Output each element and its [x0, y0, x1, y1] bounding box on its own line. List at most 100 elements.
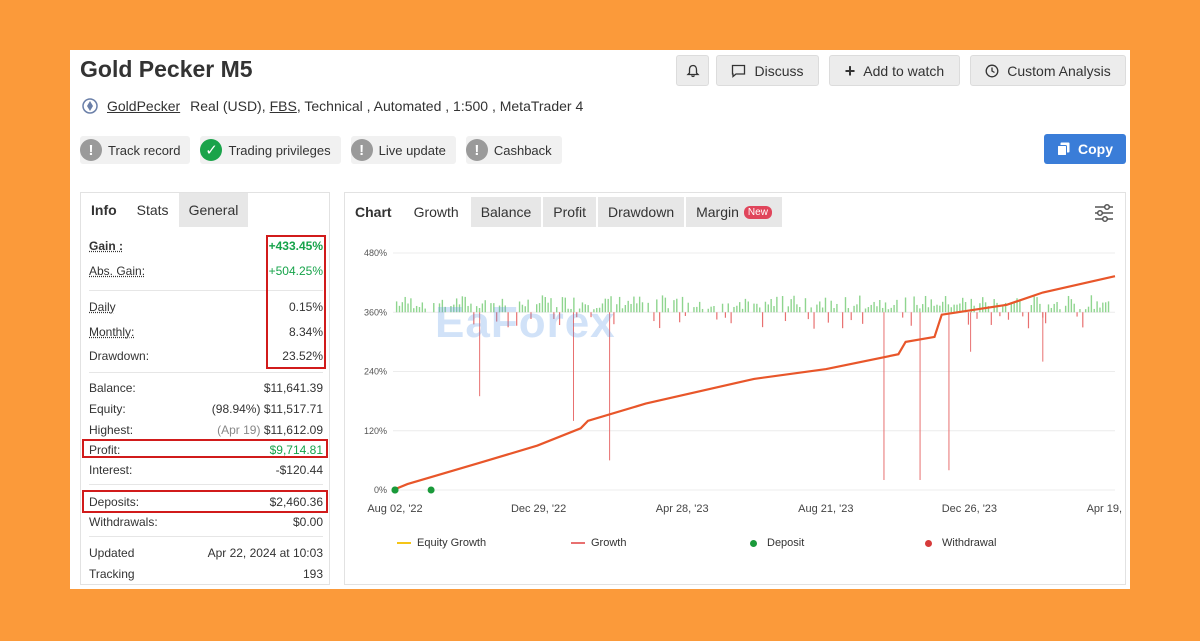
x-tick-label: Aug 02, '22: [367, 503, 422, 515]
badge-cashback[interactable]: ! Cashback: [465, 136, 562, 164]
highlight-box-deposits: [82, 490, 328, 513]
interest-value: -$120.44: [275, 463, 323, 477]
exclamation-icon: !: [80, 139, 102, 161]
x-tick-label: Apr 28, '23: [656, 503, 709, 515]
x-tick-label: Dec 26, '23: [942, 503, 997, 515]
tab-profit[interactable]: Profit: [543, 197, 596, 227]
abs-gain-label: Abs. Gain:: [89, 264, 146, 278]
legend-line-swatch: [571, 542, 585, 544]
legend-label: Deposit: [767, 537, 805, 549]
highest-value: $11,612.09: [263, 423, 323, 437]
copy-button[interactable]: Copy: [1044, 134, 1126, 164]
legend-deposit[interactable]: Deposit: [750, 537, 804, 549]
system-details: , Technical , Automated , 1:500 , MetaTr…: [296, 98, 584, 114]
highlight-box-profit: [82, 439, 328, 458]
updated-row: Updated Apr 22, 2024 at 10:03: [89, 546, 323, 560]
x-tick-label: Aug 21, '23: [798, 503, 853, 515]
highlight-box-gains: [266, 235, 326, 369]
legend-equity-growth[interactable]: Equity Growth: [397, 537, 486, 549]
highest-date: (Apr 19): [217, 423, 261, 437]
balance-row: Balance: $11,641.39: [89, 381, 323, 395]
daily-label: Daily: [89, 300, 116, 314]
plus-icon: +: [844, 60, 856, 81]
account-type: Real (USD),: [190, 98, 266, 114]
tab-info[interactable]: Info: [81, 193, 127, 227]
system-card: Gold Pecker M5 GoldPecker Real (USD), FB…: [70, 50, 1130, 589]
discuss-label: Discuss: [754, 62, 804, 79]
badge-label: Live update: [378, 142, 446, 158]
x-tick-label: Dec 29, '22: [511, 503, 566, 515]
equity-label: Equity:: [89, 402, 126, 416]
tab-general[interactable]: General: [178, 193, 249, 227]
legend-dot-swatch: [925, 539, 932, 547]
tab-drawdown[interactable]: Drawdown: [597, 197, 685, 227]
add-to-watch-button[interactable]: + Add to watch: [829, 55, 960, 86]
y-tick-label: 480%: [364, 248, 387, 258]
tab-growth[interactable]: Growth: [404, 197, 469, 227]
legend-withdrawal[interactable]: Withdrawal: [925, 537, 996, 549]
chart-panel: Chart Growth Balance Profit Drawdown Mar…: [344, 192, 1126, 585]
updated-value: Apr 22, 2024 at 10:03: [207, 546, 323, 560]
clock-icon: [985, 64, 999, 77]
legend-label: Withdrawal: [942, 537, 997, 549]
badge-track-record[interactable]: ! Track record: [80, 136, 191, 164]
badges-row: ! Track record ✓ Trading privileges ! Li…: [80, 136, 562, 164]
exclamation-icon: !: [350, 139, 373, 161]
left-tabs: Info Stats General: [81, 193, 329, 227]
tab-balance[interactable]: Balance: [470, 197, 542, 227]
badge-live-update[interactable]: ! Live update: [350, 136, 456, 164]
equity-value: $11,517.71: [263, 402, 323, 416]
new-badge: New: [743, 205, 772, 219]
tab-chart[interactable]: Chart: [345, 197, 402, 227]
withdrawals-value: $0.00: [292, 515, 323, 529]
equity-percent: (98.94%): [211, 402, 261, 416]
deposit-marker: [391, 486, 399, 494]
y-tick-label: 360%: [364, 307, 387, 317]
analysis-label: Custom Analysis: [1007, 62, 1111, 79]
author-logo-icon: [82, 98, 98, 114]
chat-icon: [732, 64, 746, 78]
check-icon: ✓: [200, 139, 223, 161]
deposit-marker: [427, 486, 435, 494]
badge-label: Cashback: [493, 142, 552, 158]
divider: [89, 372, 323, 373]
monthly-label: Monthly:: [89, 325, 135, 339]
custom-analysis-button[interactable]: Custom Analysis: [970, 55, 1126, 86]
badge-label: Trading privileges: [228, 142, 331, 158]
equity-row: Equity: (98.94%) $11,517.71: [89, 402, 323, 416]
drawdown-label: Drawdown:: [89, 349, 150, 363]
watch-label: Add to watch: [863, 62, 945, 79]
tab-margin[interactable]: Margin New: [686, 197, 782, 227]
balance-label: Balance:: [89, 381, 136, 395]
y-tick-label: 120%: [364, 426, 387, 436]
system-title: Gold Pecker M5: [80, 56, 253, 82]
copy-label: Copy: [1078, 141, 1113, 157]
highest-label: Highest:: [89, 423, 134, 437]
growth-chart: 0% 120% 240% 360% 480% Aug 02, '22 Dec 29, '22…: [364, 248, 1125, 515]
legend-label: Growth: [591, 537, 627, 549]
interest-row: Interest: -$120.44: [89, 463, 323, 477]
discuss-button[interactable]: Discuss: [716, 55, 819, 86]
copy-icon: [1057, 142, 1070, 156]
legend-growth[interactable]: Growth: [571, 537, 626, 549]
exclamation-icon: !: [465, 139, 488, 161]
margin-label: Margin: [696, 204, 739, 220]
tracking-label: Tracking: [89, 567, 135, 581]
balance-value: $11,641.39: [263, 381, 323, 395]
notify-button[interactable]: [676, 55, 709, 86]
chart-tabs: Chart Growth Balance Profit Drawdown Mar…: [345, 197, 782, 227]
author-link[interactable]: GoldPecker: [107, 98, 180, 114]
withdrawals-label: Withdrawals:: [89, 515, 158, 529]
interest-label: Interest:: [89, 463, 133, 477]
bell-icon: [685, 64, 700, 77]
system-subline: GoldPecker Real (USD), FBS , Technical ,…: [82, 98, 583, 114]
tab-stats[interactable]: Stats: [127, 193, 179, 227]
badge-trading-privileges[interactable]: ✓ Trading privileges: [200, 136, 341, 164]
y-tick-label: 240%: [364, 367, 387, 377]
legend-dot-swatch: [750, 539, 757, 547]
x-tick-label: Apr 19, '24: [1087, 503, 1125, 515]
updated-label: Updated: [89, 546, 135, 560]
divider: [89, 536, 323, 537]
broker-link[interactable]: FBS: [270, 98, 297, 114]
settings-sliders-icon[interactable]: [1093, 203, 1115, 223]
